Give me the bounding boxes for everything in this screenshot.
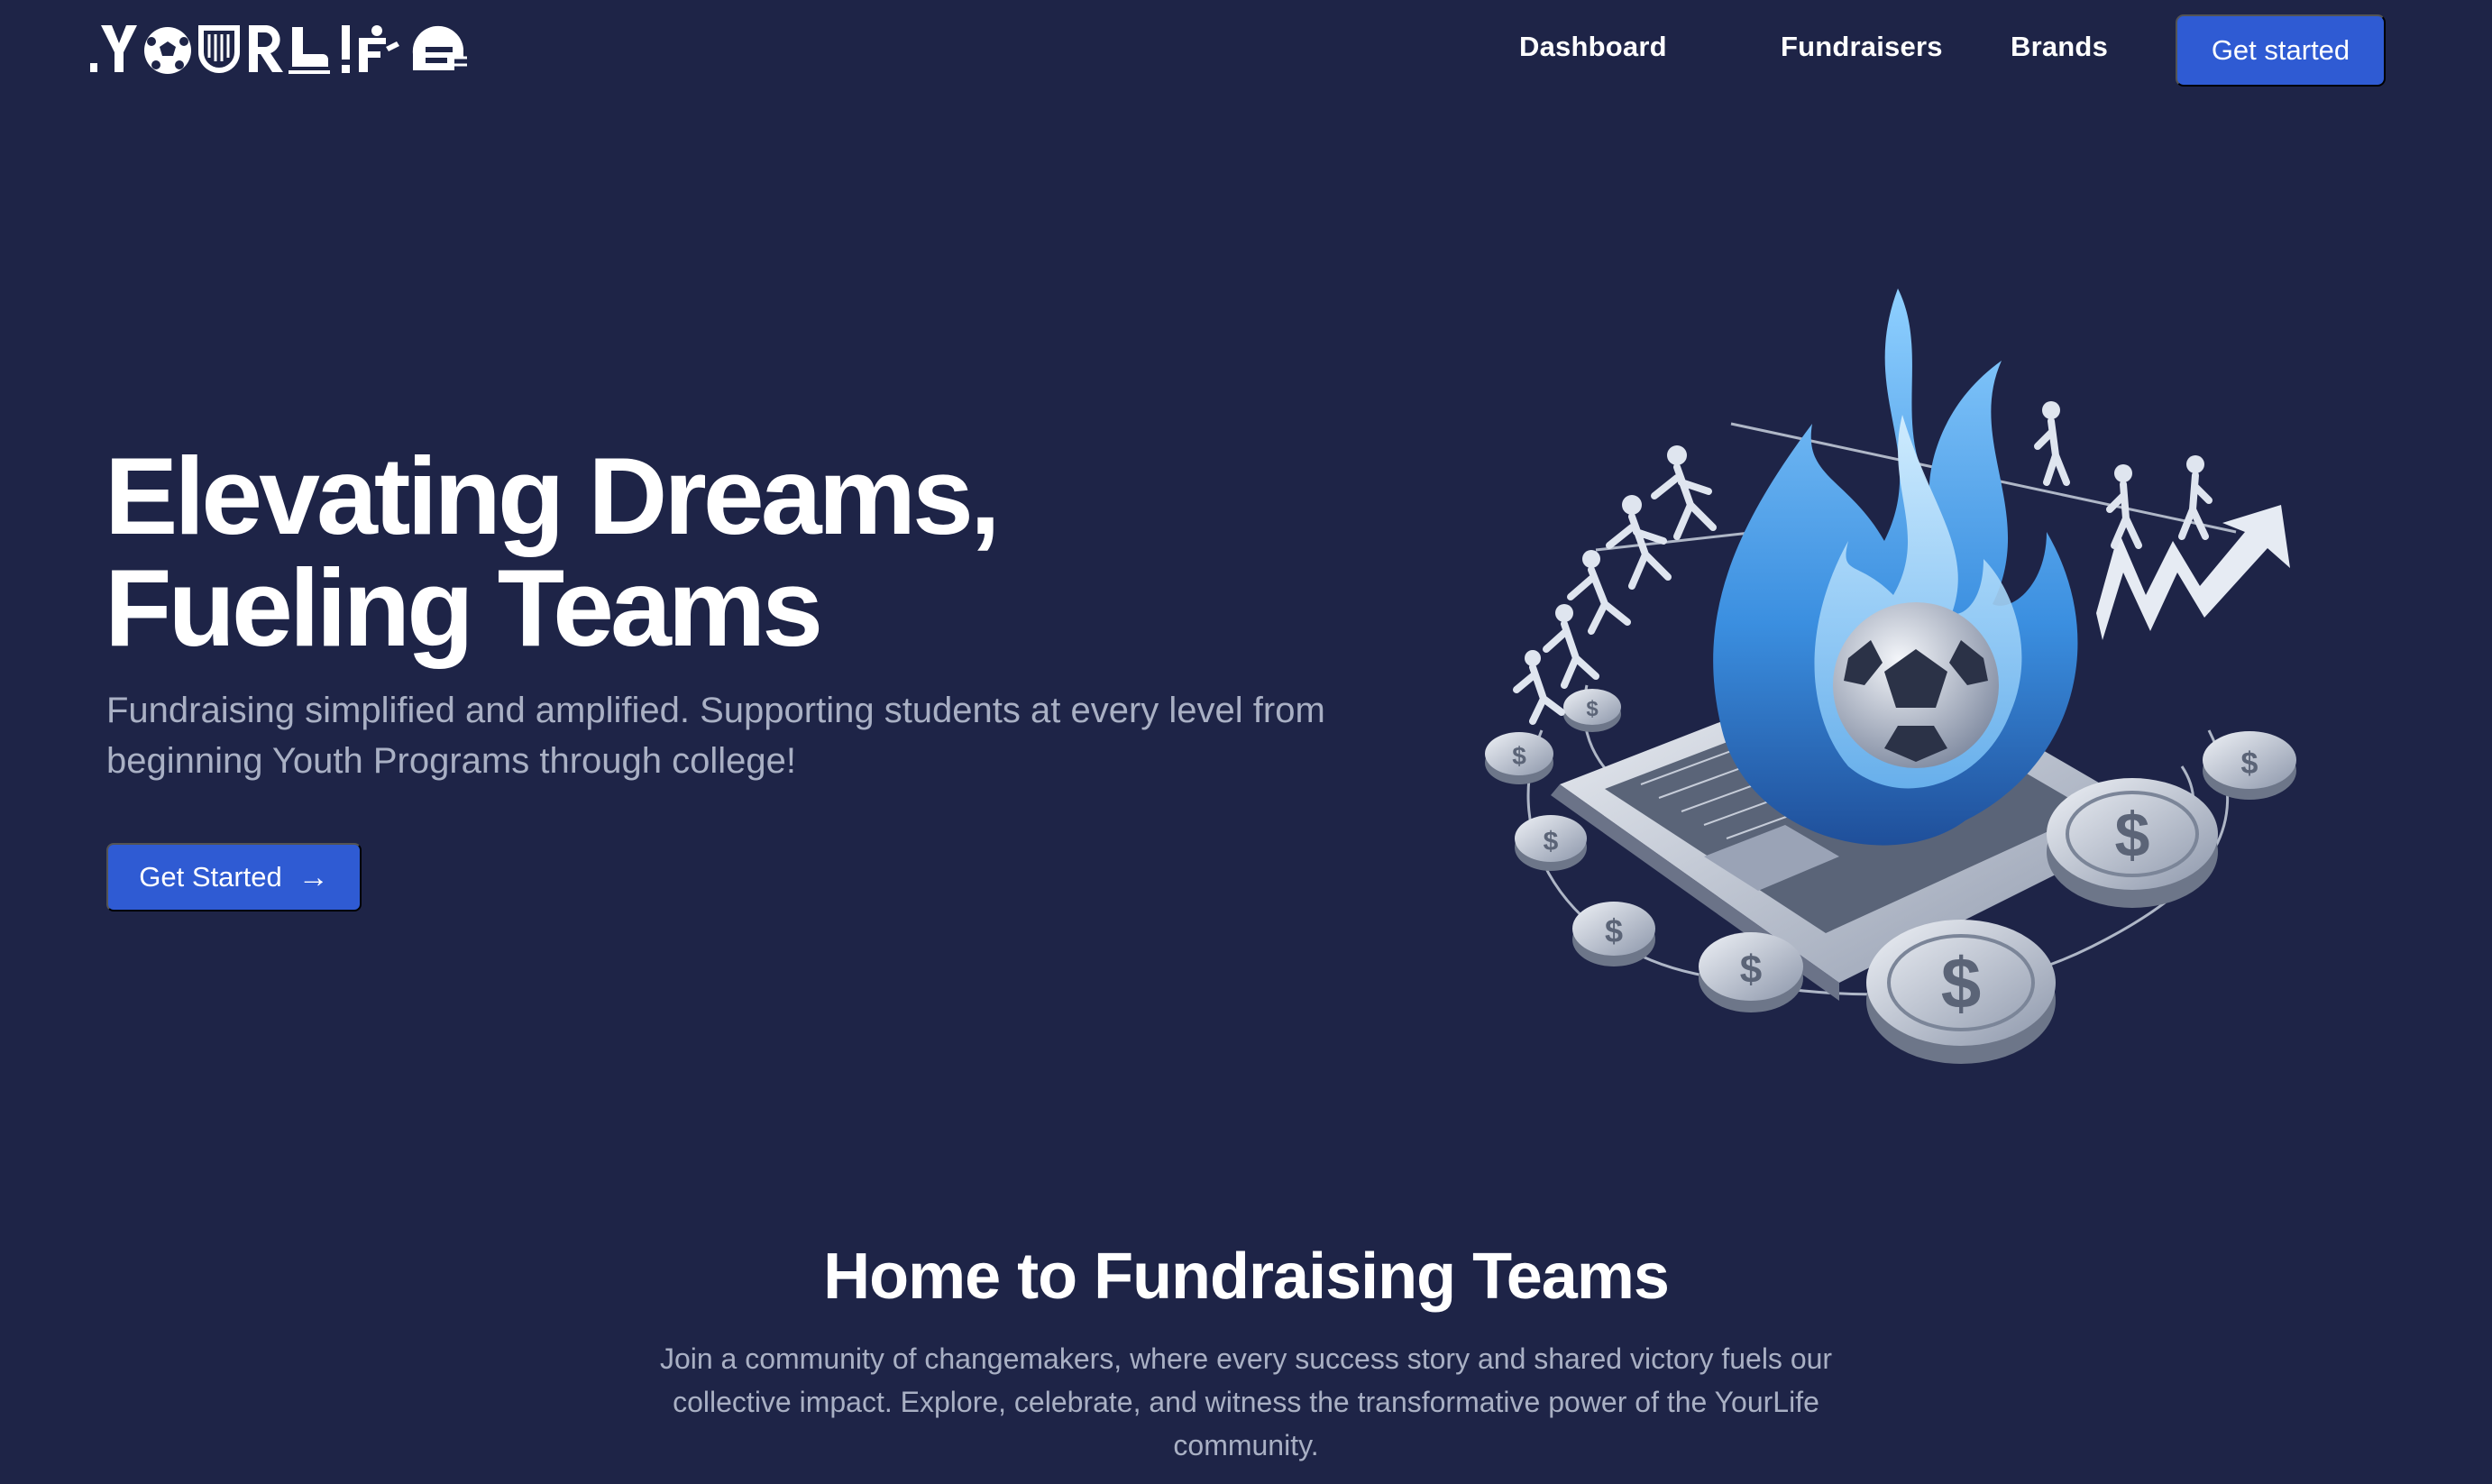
nav-link-fundraisers[interactable]: Fundraisers (1781, 31, 1943, 63)
svg-text:$: $ (1544, 827, 1559, 857)
hero-title-line-2: Fueling Teams (105, 546, 823, 669)
svg-text:$: $ (1586, 697, 1599, 721)
get-started-nav-button[interactable]: Get started (2176, 14, 2386, 87)
get-started-hero-button[interactable]: Get Started → (106, 843, 362, 911)
svg-text:$: $ (1941, 943, 1982, 1023)
hero-title-line-1: Elevating Dreams, (105, 435, 1001, 557)
arrow-right-icon: → (298, 860, 329, 894)
svg-text:$: $ (1740, 948, 1762, 992)
section-description: Join a community of changemakers, where … (659, 1342, 1833, 1461)
logo-sports-icons (90, 25, 467, 74)
soccer-ball-icon (1833, 602, 1999, 768)
hero-illustration: $ $ $ $ $ $ $ $ (1461, 261, 2317, 1082)
nav-link-dashboard[interactable]: Dashboard (1519, 31, 1667, 63)
yourlife-logo[interactable] (88, 22, 503, 79)
svg-text:$: $ (2241, 747, 2258, 781)
flaming-soccer-ball-laptop-illustration: $ $ $ $ $ $ $ $ (1485, 289, 2296, 1064)
svg-text:$: $ (2115, 800, 2150, 870)
get-started-label: Get Started (139, 861, 282, 893)
nav-link-brands[interactable]: Brands (2011, 31, 2108, 63)
landing-page: Dashboard Fundraisers Brands Get started… (0, 0, 2492, 1484)
svg-text:$: $ (1605, 912, 1623, 949)
top-navigation: Dashboard Fundraisers Brands Get started (0, 0, 2492, 101)
hero-subtitle: Fundraising simplified and amplified. Su… (106, 691, 1325, 781)
section-title: Home to Fundraising Teams (823, 1241, 1670, 1313)
svg-text:$: $ (1512, 742, 1526, 770)
hero-title: Elevating Dreams, Fueling Teams (105, 440, 1277, 664)
